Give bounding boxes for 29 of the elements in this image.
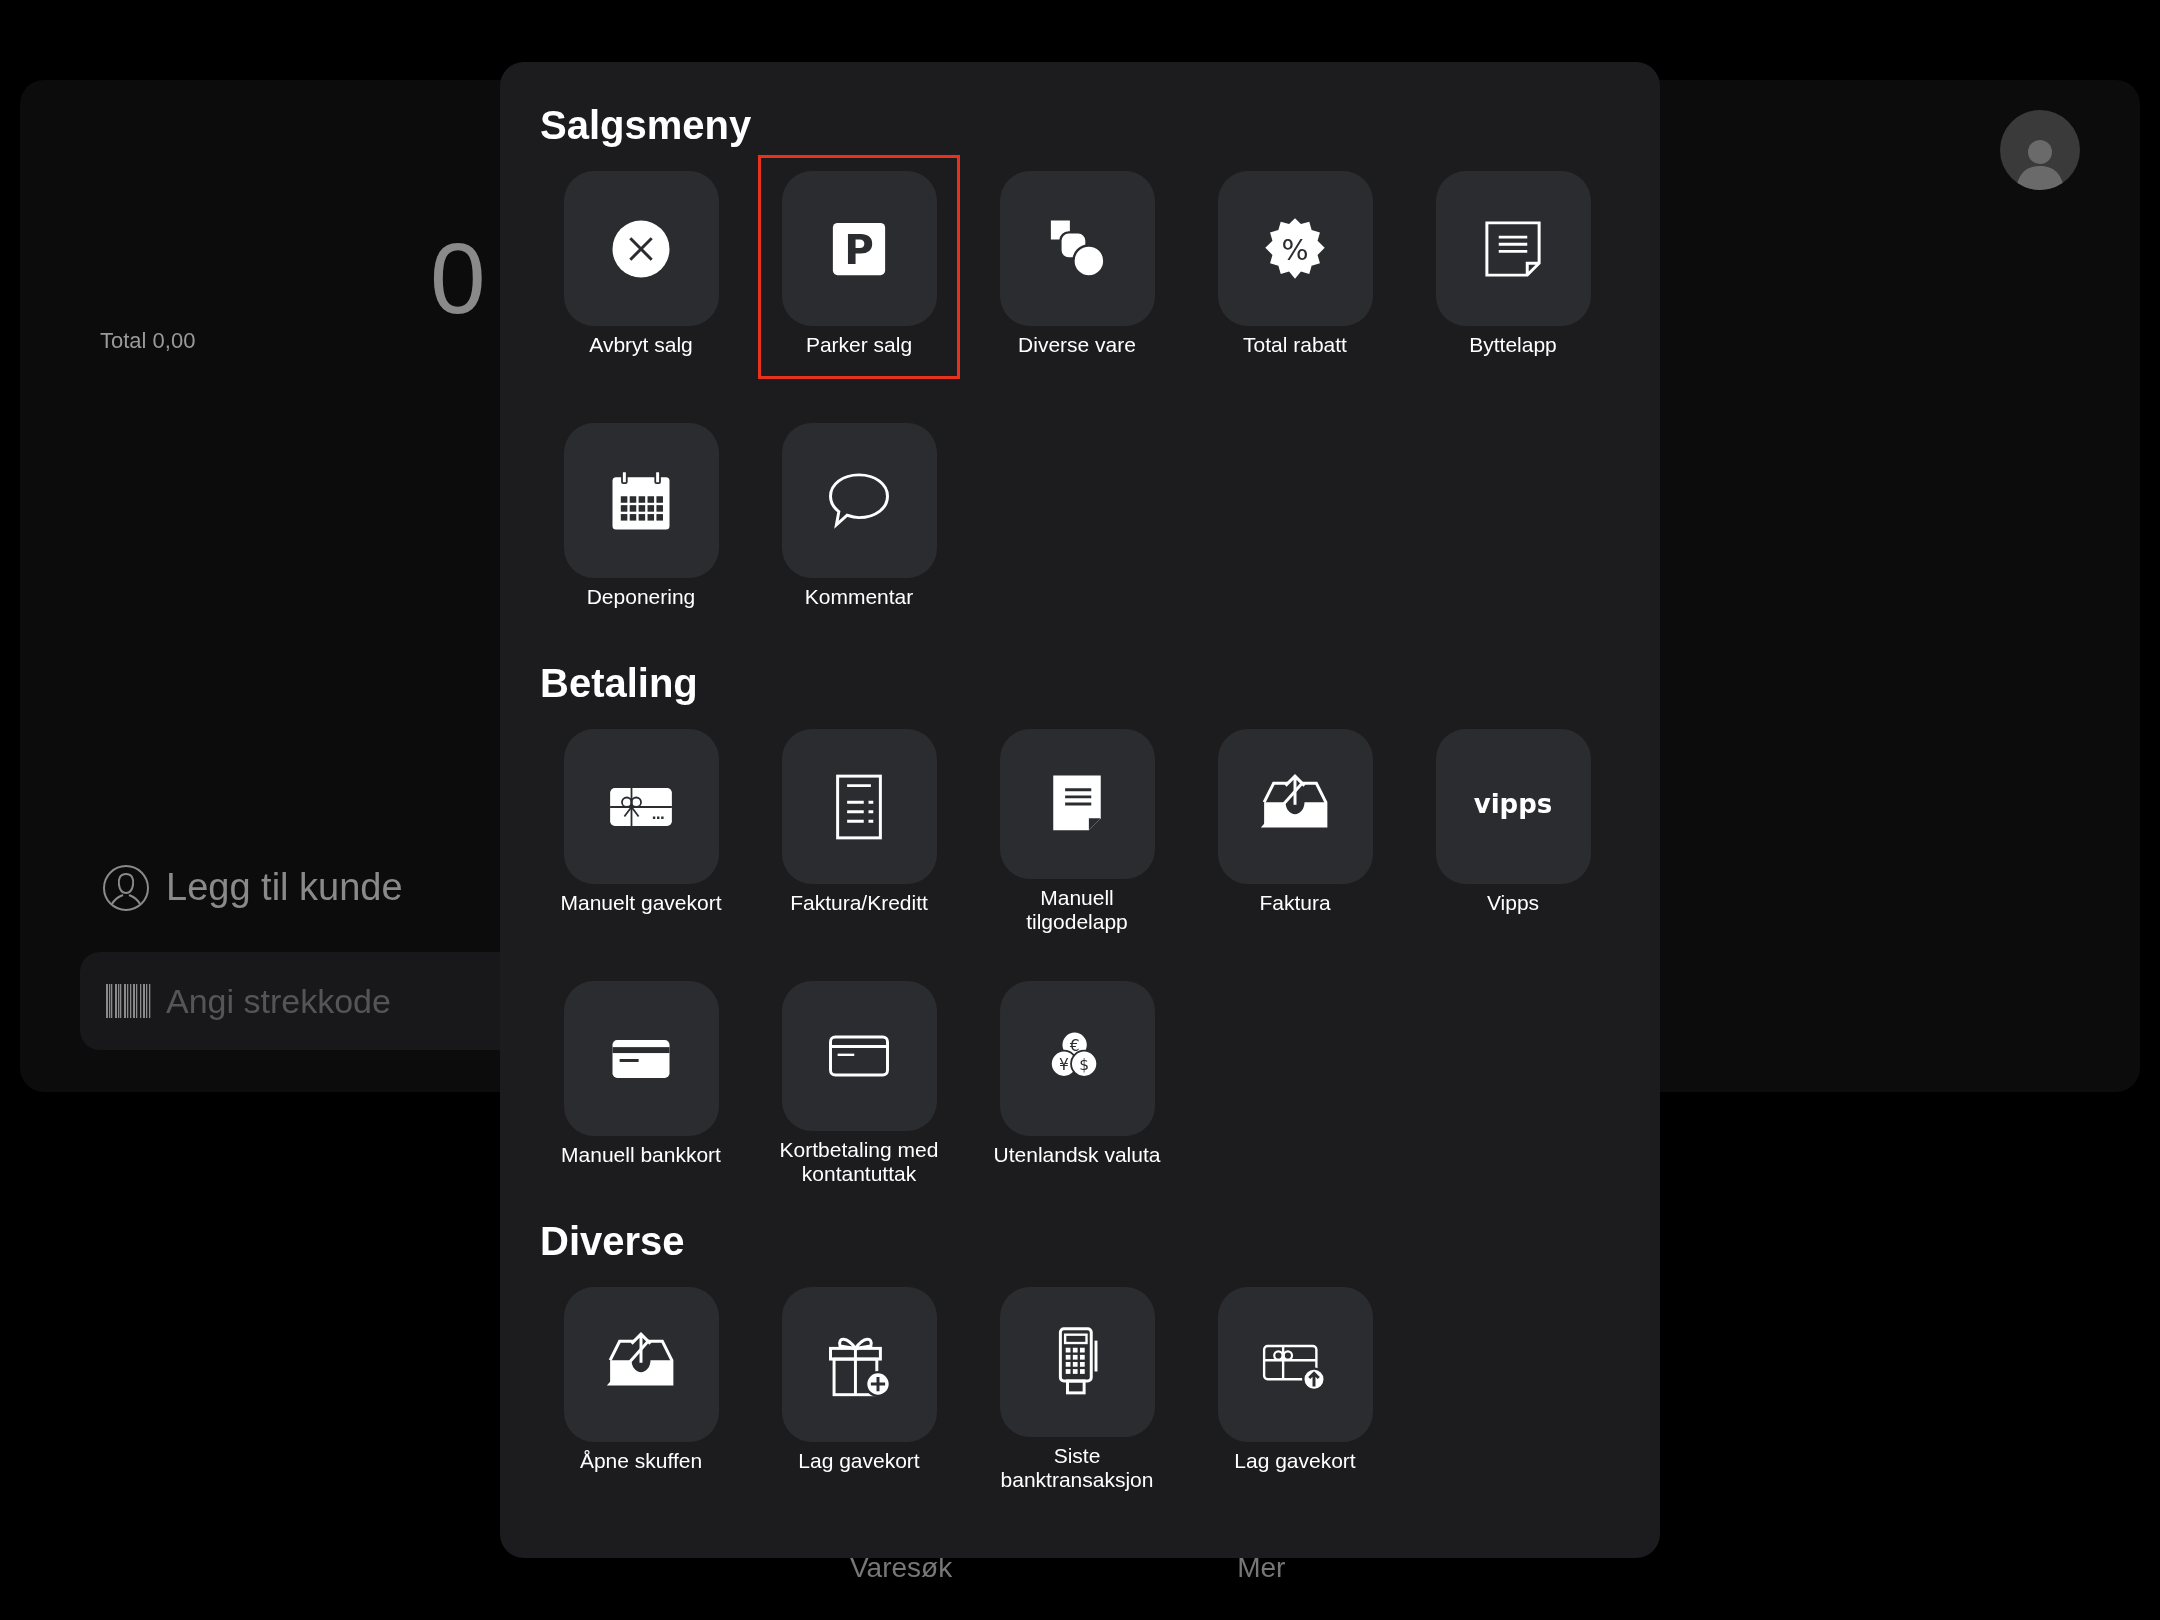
nav-tab[interactable]: Mer	[1237, 1552, 1286, 1584]
menu-action[interactable]: Kortbetaling med kontantuttak	[758, 965, 960, 1189]
menu-action[interactable]: % Total rabatt	[1194, 155, 1396, 379]
menu-action[interactable]: Manuell tilgodelapp	[976, 713, 1178, 937]
menu-action[interactable]: Lag gavekort	[758, 1271, 960, 1495]
barcode-icon	[106, 984, 152, 1018]
total-label: Total 0,00	[100, 327, 196, 355]
menu-action[interactable]: Byttelapp	[1412, 155, 1614, 379]
menu-action[interactable]: P Parker salg	[758, 155, 960, 379]
menu-action[interactable]: Manuelt gavekort	[540, 713, 742, 937]
vipps-logo-icon: vipps	[1463, 768, 1563, 845]
section-title: Salgsmeny	[540, 102, 752, 149]
menu-action[interactable]: Avbryt salg	[540, 155, 742, 379]
user-icon	[102, 863, 150, 912]
menu-action[interactable]: Lag gavekort	[1194, 1271, 1396, 1495]
menu-action[interactable]: Diverse vare	[976, 155, 1178, 379]
section-title: Betaling	[540, 660, 698, 707]
menu-action[interactable]: Deponering	[540, 407, 742, 631]
nav-tab[interactable]: Varesøk	[850, 1552, 953, 1584]
menu-action[interactable]: Faktura	[1194, 713, 1396, 937]
menu-action[interactable]: Siste banktransaksjon	[976, 1271, 1178, 1495]
menu-action[interactable]: Faktura/Kreditt	[758, 713, 960, 937]
add-customer-link[interactable]: Legg til kunde	[166, 859, 403, 916]
menu-action[interactable]: Åpne skuffen	[540, 1271, 742, 1495]
menu-action[interactable]: Kommentar	[758, 407, 960, 631]
menu-action[interactable]: vipps Vipps	[1412, 713, 1614, 937]
section-title: Diverse	[540, 1218, 685, 1265]
menu-action[interactable]: € ¥ $ Utenlandsk valuta	[976, 965, 1178, 1189]
amount-display: 0	[430, 228, 486, 328]
